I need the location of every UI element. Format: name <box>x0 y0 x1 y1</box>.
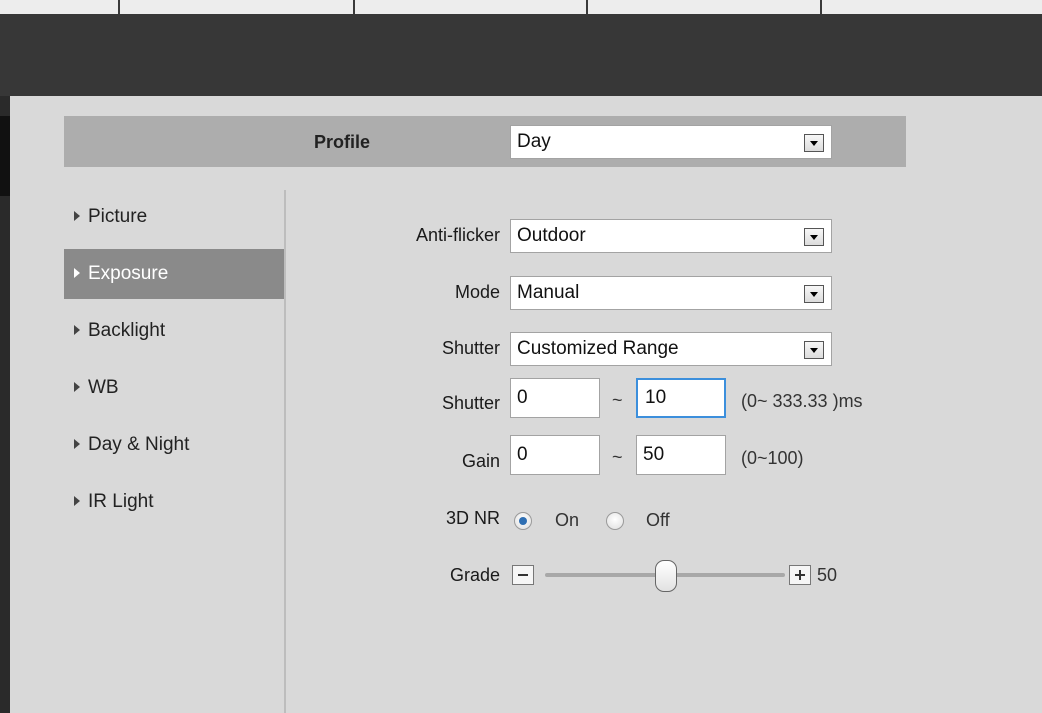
sidebar-item-ir-light[interactable]: IR Light <box>64 477 284 527</box>
sidebar-item-wb[interactable]: WB <box>64 363 284 413</box>
sidebar-item-day-night[interactable]: Day & Night <box>64 420 284 470</box>
grade-increase-button[interactable] <box>789 565 811 585</box>
nr3d-on-label: On <box>555 510 580 530</box>
settings-sidebar: Picture Exposure Backlight WB Day & Nigh… <box>64 190 286 713</box>
mode-select[interactable]: Manual <box>510 276 832 310</box>
gain-range-hint: (0~100) <box>741 448 804 468</box>
sidebar-item-label: Picture <box>88 206 148 227</box>
profile-select-value: Day <box>517 131 551 152</box>
profile-select[interactable]: Day <box>510 125 832 159</box>
sidebar-item-label: Backlight <box>88 320 166 341</box>
sidebar-divider <box>284 190 286 713</box>
sidebar-item-label: WB <box>88 377 119 398</box>
tab-4[interactable] <box>588 0 822 14</box>
tab-1[interactable] <box>0 0 120 14</box>
nr3d-off-radio[interactable] <box>606 512 624 530</box>
gain-range-separator: ~ <box>612 447 623 467</box>
caret-right-icon <box>74 325 80 335</box>
left-panel-shade <box>0 116 10 196</box>
grade-slider-thumb[interactable] <box>655 560 677 592</box>
chevron-down-icon[interactable] <box>804 228 824 246</box>
grade-label: Grade <box>449 565 500 585</box>
nr3d-off-label: Off <box>646 510 670 530</box>
grade-decrease-button[interactable] <box>512 565 534 585</box>
gain-min-input[interactable]: 0 <box>510 435 600 475</box>
caret-right-icon <box>74 496 80 506</box>
shutter-type-value: Customized Range <box>517 338 679 359</box>
sidebar-item-label: Exposure <box>88 263 169 284</box>
anti-flicker-select[interactable]: Outdoor <box>510 219 832 253</box>
chevron-down-icon[interactable] <box>804 134 824 152</box>
chevron-down-icon[interactable] <box>804 341 824 359</box>
anti-flicker-label: Anti-flicker <box>415 225 500 245</box>
shutter-min-input[interactable]: 0 <box>510 378 600 418</box>
nr3d-on-radio[interactable] <box>514 512 532 530</box>
shutter-max-input[interactable]: 10 <box>636 378 726 418</box>
caret-right-icon <box>74 211 80 221</box>
caret-right-icon <box>74 439 80 449</box>
sidebar-item-picture[interactable]: Picture <box>64 192 284 242</box>
shutter-range-separator: ~ <box>612 390 623 410</box>
gain-max-input[interactable]: 50 <box>636 435 726 475</box>
caret-right-icon <box>74 382 80 392</box>
mode-label: Mode <box>454 282 500 302</box>
grade-value: 50 <box>817 565 838 585</box>
gain-label: Gain <box>461 451 500 471</box>
header-bar <box>0 14 1042 96</box>
left-panel-edge <box>0 96 10 713</box>
shutter-range-label: Shutter <box>441 393 500 413</box>
chevron-down-icon[interactable] <box>804 285 824 303</box>
sidebar-item-label: IR Light <box>88 491 154 512</box>
tab-3[interactable] <box>355 0 588 14</box>
sidebar-item-exposure[interactable]: Exposure <box>64 249 284 299</box>
tab-2[interactable] <box>120 0 355 14</box>
nr3d-label: 3D NR <box>445 508 500 528</box>
shutter-type-select[interactable]: Customized Range <box>510 332 832 366</box>
shutter-range-hint: (0~ 333.33 )ms <box>741 391 863 411</box>
shutter-type-label: Shutter <box>441 338 500 358</box>
tab-strip <box>0 0 1042 14</box>
caret-right-icon <box>74 268 80 278</box>
sidebar-item-backlight[interactable]: Backlight <box>64 306 284 356</box>
profile-label: Profile <box>313 132 370 152</box>
mode-value: Manual <box>517 282 580 303</box>
sidebar-item-label: Day & Night <box>88 434 190 455</box>
anti-flicker-value: Outdoor <box>517 225 586 246</box>
